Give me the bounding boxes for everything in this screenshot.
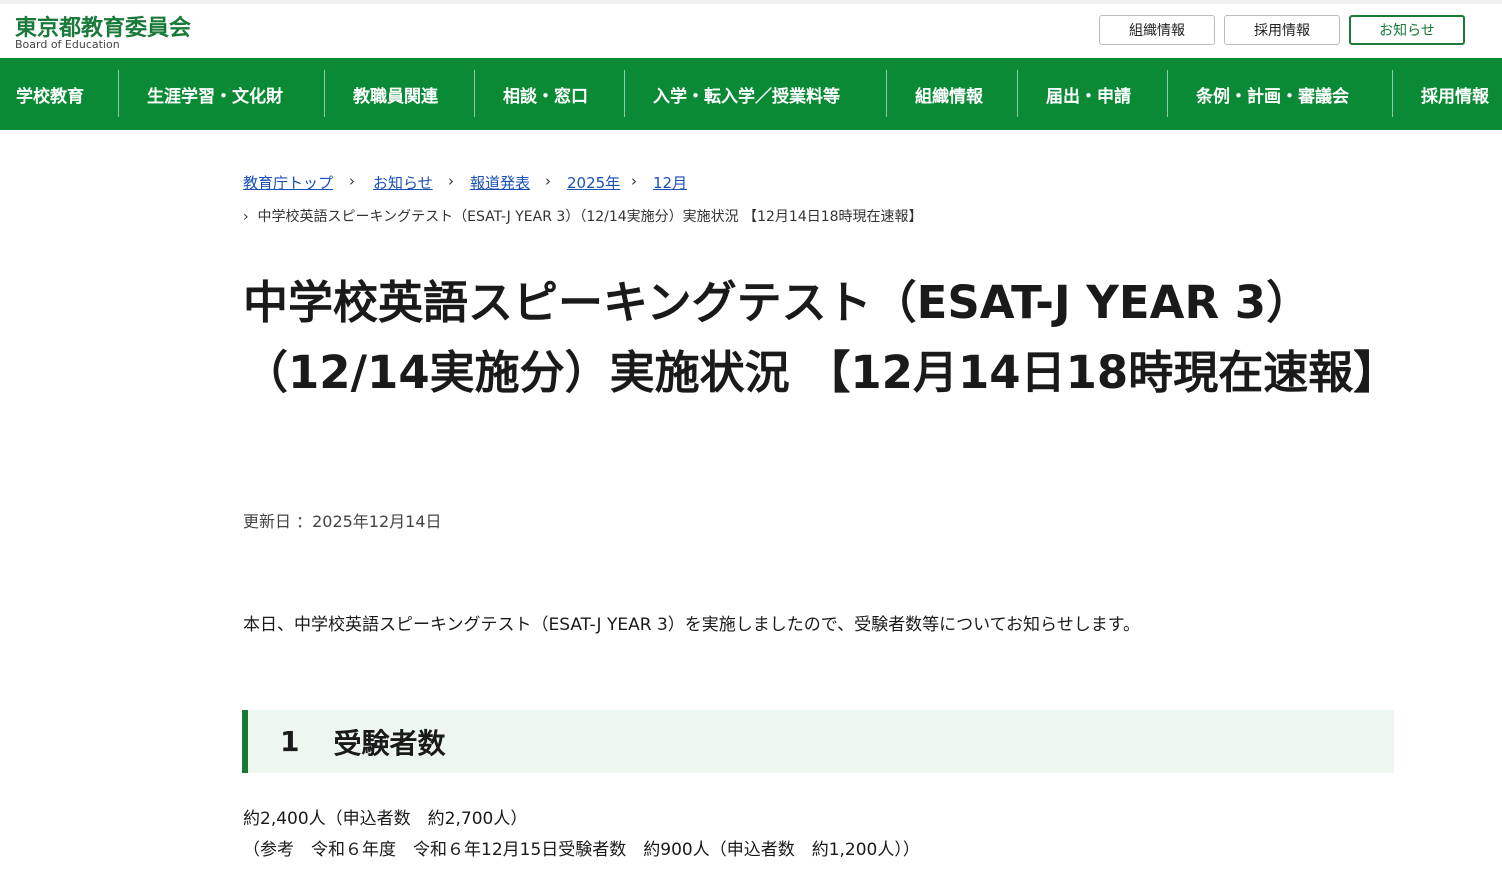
nav-divider	[324, 70, 325, 117]
breadcrumb-current-label: 中学校英語スピーキングテスト（ESAT-J YEAR 3）（12/14実施分）実…	[257, 209, 923, 225]
breadcrumb-link-press[interactable]: 報道発表	[470, 172, 530, 193]
nav-item-organization[interactable]: 組織情報	[915, 58, 983, 130]
breadcrumb-link-month[interactable]: 12月	[653, 172, 687, 193]
utility-link-organization[interactable]: 組織情報	[1099, 15, 1215, 45]
intro-text: 本日、中学校英語スピーキングテスト（ESAT-J YEAR 3）を実施しましたの…	[243, 615, 1141, 635]
nav-divider	[1167, 70, 1168, 117]
breadcrumb-link-top[interactable]: 教育庁トップ	[243, 172, 333, 193]
breadcrumb-link-news[interactable]: お知らせ	[373, 172, 433, 193]
nav-divider	[624, 70, 625, 117]
reference-note: （参考 令和６年度 令和６年12月15日受験者数 約900人（申込者数 約1,2…	[243, 840, 920, 860]
nav-divider	[118, 70, 119, 117]
section-heading: 1 受験者数	[242, 710, 1394, 773]
nav-item-lifelong-learning[interactable]: 生涯学習・文化財	[147, 58, 283, 130]
utility-link-news[interactable]: お知らせ	[1349, 15, 1465, 45]
nav-item-recruitment[interactable]: 採用情報	[1421, 58, 1489, 130]
nav-item-applications[interactable]: 届出・申請	[1046, 58, 1131, 130]
nav-divider	[886, 70, 887, 117]
nav-item-consultation[interactable]: 相談・窓口	[503, 58, 588, 130]
nav-item-regulations[interactable]: 条例・計画・審議会	[1196, 58, 1349, 130]
chevron-right-icon: ›	[631, 172, 637, 190]
chevron-right-icon: ›	[243, 209, 249, 225]
breadcrumb-link-year[interactable]: 2025年	[567, 172, 620, 193]
global-nav: 学校教育 生涯学習・文化財 教職員関連 相談・窓口 入学・転入学／授業料等 組織…	[0, 58, 1502, 130]
breadcrumb-current: › 中学校英語スピーキングテスト（ESAT-J YEAR 3）（12/14実施分…	[243, 206, 923, 226]
nav-item-staff[interactable]: 教職員関連	[353, 58, 438, 130]
nav-divider	[474, 70, 475, 117]
utility-link-recruitment[interactable]: 採用情報	[1224, 15, 1340, 45]
page-title: 中学校英語スピーキングテスト（ESAT-J YEAR 3）（12/14実施分）実…	[243, 276, 1399, 399]
examinee-count: 約2,400人（申込者数 約2,700人）	[243, 809, 528, 829]
nav-divider	[1017, 70, 1018, 117]
section-number: 1	[280, 725, 300, 758]
chevron-right-icon: ›	[349, 172, 355, 190]
nav-item-school-education[interactable]: 学校教育	[16, 58, 84, 130]
updated-date: 更新日 ：2025年12月14日	[243, 512, 442, 531]
chevron-right-icon: ›	[545, 172, 551, 190]
site-header: 東京都教育委員会 Board of Education 組織情報 採用情報 お知…	[0, 4, 1502, 58]
chevron-right-icon: ›	[448, 172, 454, 190]
section-heading-text: 受験者数	[333, 726, 446, 760]
nav-item-admission[interactable]: 入学・転入学／授業料等	[653, 58, 840, 130]
nav-divider	[1392, 70, 1393, 117]
site-logo-english[interactable]: Board of Education	[15, 38, 120, 51]
